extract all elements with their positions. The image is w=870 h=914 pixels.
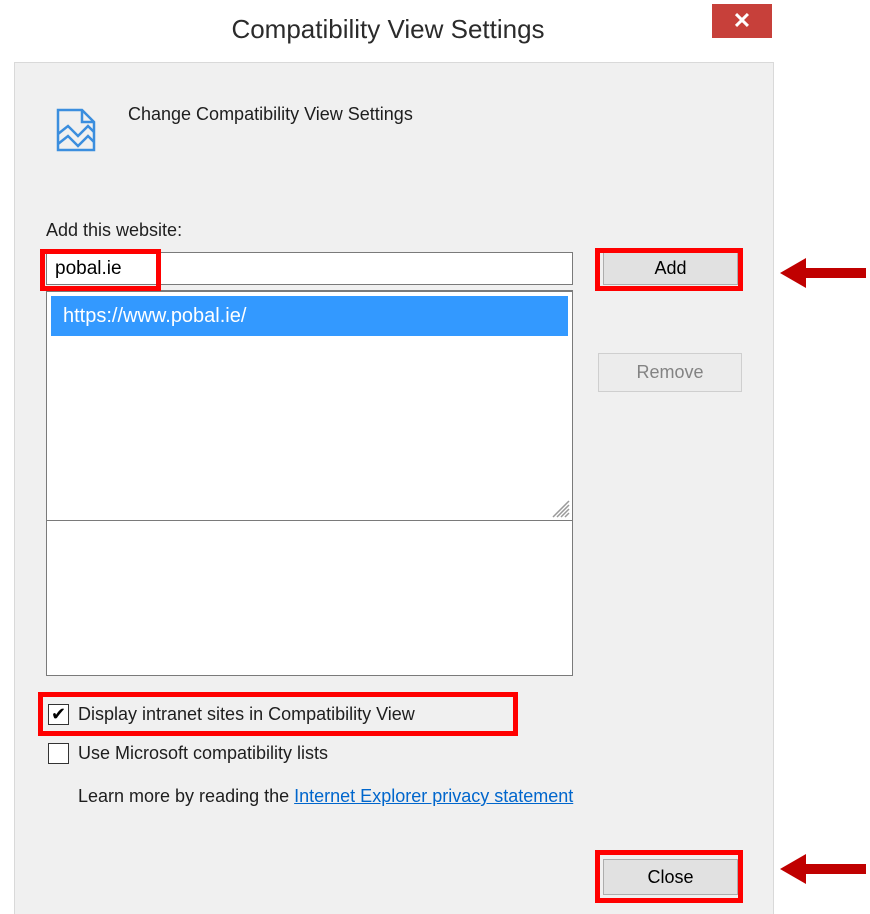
remove-button[interactable]: Remove <box>598 353 742 392</box>
dialog-heading: Change Compatibility View Settings <box>128 104 413 124</box>
privacy-statement-link[interactable]: Internet Explorer privacy statement <box>294 786 573 806</box>
arrow-left-icon <box>780 258 866 288</box>
arrow-left-icon <box>780 854 866 884</box>
compatibility-view-dialog: Compatibility View Settings ✕ Change Com… <box>0 0 776 914</box>
learn-more-text: Learn more by reading the Internet Explo… <box>78 786 573 807</box>
intranet-label[interactable]: Display intranet sites in Compatibility … <box>78 704 415 725</box>
autocomplete-suggestion[interactable]: https://www.pobal.ie/ <box>51 296 568 336</box>
website-input[interactable] <box>46 252 573 285</box>
close-icon[interactable]: ✕ <box>712 4 772 38</box>
close-button[interactable]: Close <box>603 859 738 895</box>
autocomplete-dropdown: https://www.pobal.ie/ <box>46 291 573 521</box>
intranet-checkbox[interactable]: ✔ <box>48 704 69 725</box>
ms-lists-checkbox[interactable] <box>48 743 69 764</box>
learn-more-prefix: Learn more by reading the <box>78 786 295 806</box>
resize-grip-icon[interactable] <box>548 496 570 518</box>
add-website-label: Add this website: <box>46 220 183 240</box>
add-button[interactable]: Add <box>603 252 738 285</box>
title-bar: Compatibility View Settings ✕ <box>0 0 776 62</box>
window-title: Compatibility View Settings <box>231 14 545 44</box>
ms-lists-label[interactable]: Use Microsoft compatibility lists <box>78 743 328 764</box>
compatibility-view-icon <box>56 108 96 152</box>
